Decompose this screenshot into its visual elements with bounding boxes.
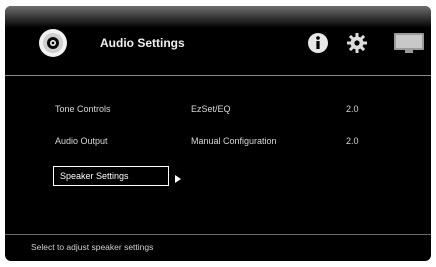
page-title: Audio Settings: [100, 36, 185, 50]
detail-value-manual-configuration: 2.0: [346, 136, 359, 146]
menu-item-label: Tone Controls: [55, 104, 111, 114]
menu-item-label: Speaker Settings: [60, 171, 129, 181]
footer-divider: [5, 234, 431, 235]
header-bar: Audio Settings: [5, 6, 431, 76]
menu-item-tone-controls[interactable]: Tone Controls: [49, 100, 169, 118]
menu-item-speaker-settings[interactable]: Speaker Settings: [53, 166, 169, 186]
menu-item-audio-output[interactable]: Audio Output: [49, 132, 169, 150]
menu-item-label: Audio Output: [55, 136, 108, 146]
device-frame: Audio Settings Tone Controls Audio Outpu…: [0, 0, 436, 267]
submenu-arrow-icon: [175, 175, 181, 183]
detail-value-ezset: 2.0: [346, 104, 359, 114]
tv-screen: Audio Settings Tone Controls Audio Outpu…: [5, 6, 431, 261]
detail-name-manual-configuration: Manual Configuration: [191, 136, 277, 146]
detail-name-ezset: EzSet/EQ: [191, 104, 231, 114]
disc-icon: [39, 29, 67, 57]
status-hint: Select to adjust speaker settings: [31, 242, 154, 252]
header-divider: [5, 75, 431, 76]
tv-icon[interactable]: [394, 33, 424, 53]
gear-icon[interactable]: [346, 32, 368, 54]
info-icon[interactable]: [307, 32, 329, 54]
